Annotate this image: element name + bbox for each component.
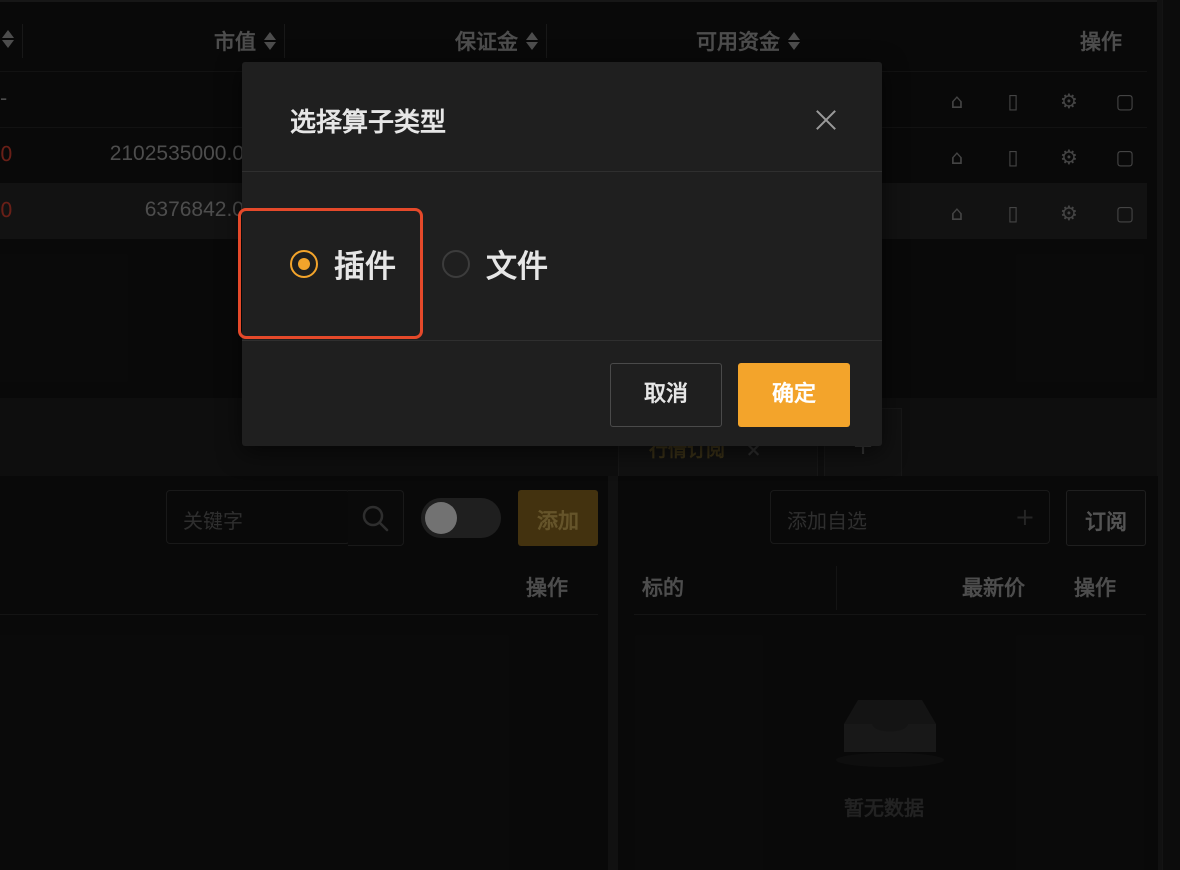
select-operator-type-dialog: 选择算子类型 插件 文件 取消 确定 (242, 62, 882, 446)
cancel-button[interactable]: 取消 (610, 363, 722, 427)
radio-unchecked-icon[interactable] (442, 249, 470, 278)
dialog-footer: 取消 确定 (242, 340, 882, 446)
radio-option-file[interactable]: 文件 (442, 241, 548, 286)
radio-label: 文件 (486, 249, 548, 285)
dialog-header: 选择算子类型 (242, 62, 882, 172)
radio-option-plugin[interactable]: 插件 (290, 241, 396, 286)
radio-label: 插件 (334, 249, 396, 285)
dialog-body: 插件 文件 (242, 173, 882, 340)
close-icon[interactable] (814, 108, 838, 132)
radio-checked-icon[interactable] (290, 249, 318, 278)
dialog-title: 选择算子类型 (290, 108, 447, 138)
confirm-button[interactable]: 确定 (738, 363, 850, 427)
